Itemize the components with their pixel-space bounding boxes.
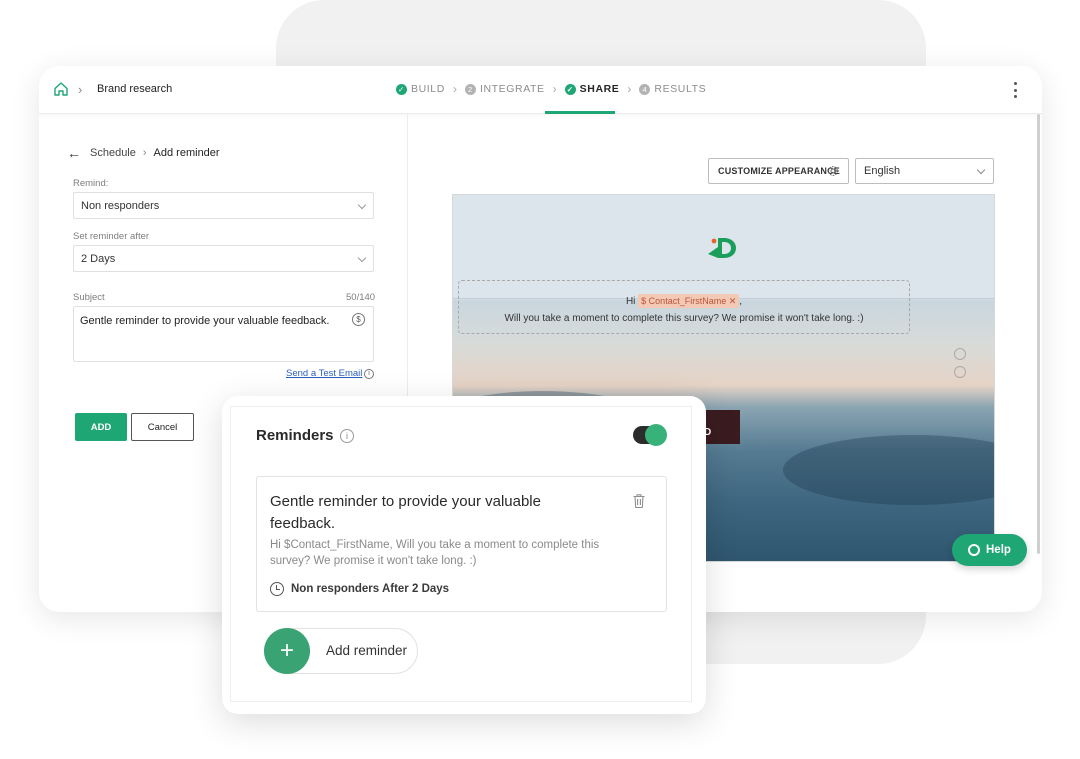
- chevron-right-icon: ›: [142, 147, 147, 159]
- close-icon[interactable]: ✕: [729, 296, 737, 306]
- reminders-title: Reminders: [256, 427, 334, 444]
- back-arrow-icon[interactable]: ←: [67, 145, 81, 161]
- add-reminder-label: Add reminder: [326, 643, 408, 658]
- greeting-text: Hi: [625, 296, 636, 307]
- check-icon: ✓: [396, 83, 407, 95]
- toggle-knob: [645, 424, 667, 446]
- step-label: SHARE: [579, 83, 620, 95]
- reminder-after-label: Set reminder after: [73, 231, 150, 242]
- reminder-item[interactable]: Gentle reminder to provide your valuable…: [256, 476, 667, 612]
- step-build[interactable]: ✓ BUILD: [396, 83, 445, 95]
- reminder-after-select[interactable]: 2 Days: [73, 245, 374, 272]
- customize-label: CUSTOMIZE APPEARANCE: [718, 166, 841, 176]
- gear-icon: [828, 166, 838, 176]
- subject-label: Subject: [73, 292, 105, 303]
- subject-input[interactable]: Gentle reminder to provide your valuable…: [73, 306, 374, 362]
- greeting-line: Hi $ Contact_FirstName ✕,: [459, 293, 909, 310]
- chevron-right-icon: ›: [627, 82, 632, 96]
- step-number: 2: [464, 83, 476, 95]
- reminders-toggle[interactable]: [633, 424, 667, 446]
- check-icon: ✓: [564, 83, 576, 95]
- add-reminder-button[interactable]: + Add reminder: [264, 628, 418, 674]
- clock-icon: [270, 582, 284, 596]
- info-icon[interactable]: [954, 348, 966, 360]
- info-icon[interactable]: [954, 366, 966, 378]
- breadcrumb: ← Schedule › Add reminder: [67, 145, 220, 161]
- help-label: Help: [986, 544, 1011, 556]
- reminder-schedule-text: Non responders After 2 Days: [291, 583, 450, 595]
- remind-label: Remind:: [73, 178, 109, 189]
- home-icon[interactable]: [53, 81, 69, 97]
- chevron-right-icon: ›: [552, 82, 557, 96]
- reminder-item-schedule: Non responders After 2 Days: [270, 582, 449, 596]
- step-integrate[interactable]: 2 INTEGRATE: [464, 83, 545, 95]
- active-step-indicator: [545, 111, 615, 114]
- chevron-down-icon: [976, 165, 986, 175]
- step-results[interactable]: 4 RESULTS: [639, 83, 706, 95]
- wave-shape: [783, 435, 994, 505]
- help-button[interactable]: Help: [952, 534, 1027, 566]
- breadcrumb-current: Add reminder: [153, 147, 220, 159]
- message-text: Will you take a moment to complete this …: [504, 313, 864, 324]
- plus-icon: +: [264, 628, 310, 674]
- step-label: INTEGRATE: [479, 83, 545, 95]
- language-value: English: [864, 165, 901, 177]
- chevron-down-icon: [357, 200, 367, 210]
- preview-message[interactable]: Hi $ Contact_FirstName ✕, Will you take …: [458, 280, 910, 334]
- insert-variable-icon[interactable]: $: [352, 313, 365, 326]
- top-bar: › Brand research ✓ BUILD › 2 INTEGRATE ›…: [39, 66, 1042, 114]
- send-test-email-link[interactable]: Send a Test Email: [286, 368, 362, 379]
- step-share[interactable]: ✓ SHARE: [564, 83, 620, 95]
- subject-value: Gentle reminder to provide your valuable…: [80, 315, 330, 327]
- info-icon[interactable]: i: [340, 429, 354, 443]
- scrollbar[interactable]: [1037, 114, 1040, 554]
- step-nav: ✓ BUILD › 2 INTEGRATE › ✓ SHARE › 4 RESU…: [396, 82, 706, 96]
- customize-appearance-button[interactable]: CUSTOMIZE APPEARANCE: [708, 158, 849, 184]
- reminder-after-value: 2 Days: [81, 253, 116, 265]
- more-options-icon[interactable]: [1014, 82, 1018, 98]
- subject-char-count: 50/140: [346, 292, 376, 303]
- step-label: RESULTS: [654, 83, 707, 95]
- remind-select[interactable]: Non responders: [73, 192, 374, 219]
- chat-bubble-icon: [968, 544, 980, 556]
- chevron-right-icon: ›: [78, 82, 83, 97]
- remind-value: Non responders: [81, 200, 160, 212]
- add-button[interactable]: ADD: [75, 413, 127, 441]
- reminder-item-title: Gentle reminder to provide your valuable…: [270, 493, 541, 532]
- cancel-button[interactable]: Cancel: [131, 413, 194, 441]
- chevron-down-icon: [357, 253, 367, 263]
- trash-icon[interactable]: [632, 493, 646, 509]
- language-select[interactable]: English: [855, 158, 994, 184]
- project-title[interactable]: Brand research: [97, 83, 172, 95]
- info-icon[interactable]: i: [364, 369, 374, 379]
- tag-label: $ Contact_FirstName: [641, 296, 727, 306]
- contact-firstname-tag[interactable]: $ Contact_FirstName ✕: [638, 294, 740, 308]
- reminders-panel: Reminders i Gentle reminder to provide y…: [222, 396, 706, 714]
- chevron-right-icon: ›: [452, 82, 457, 96]
- step-label: BUILD: [411, 83, 445, 95]
- greeting-comma: ,: [739, 296, 743, 307]
- breadcrumb-schedule[interactable]: Schedule: [90, 147, 136, 159]
- reminder-item-body: Hi $Contact_FirstName, Will you take a m…: [270, 539, 600, 567]
- brand-logo: [708, 238, 736, 258]
- step-number: 4: [639, 83, 651, 95]
